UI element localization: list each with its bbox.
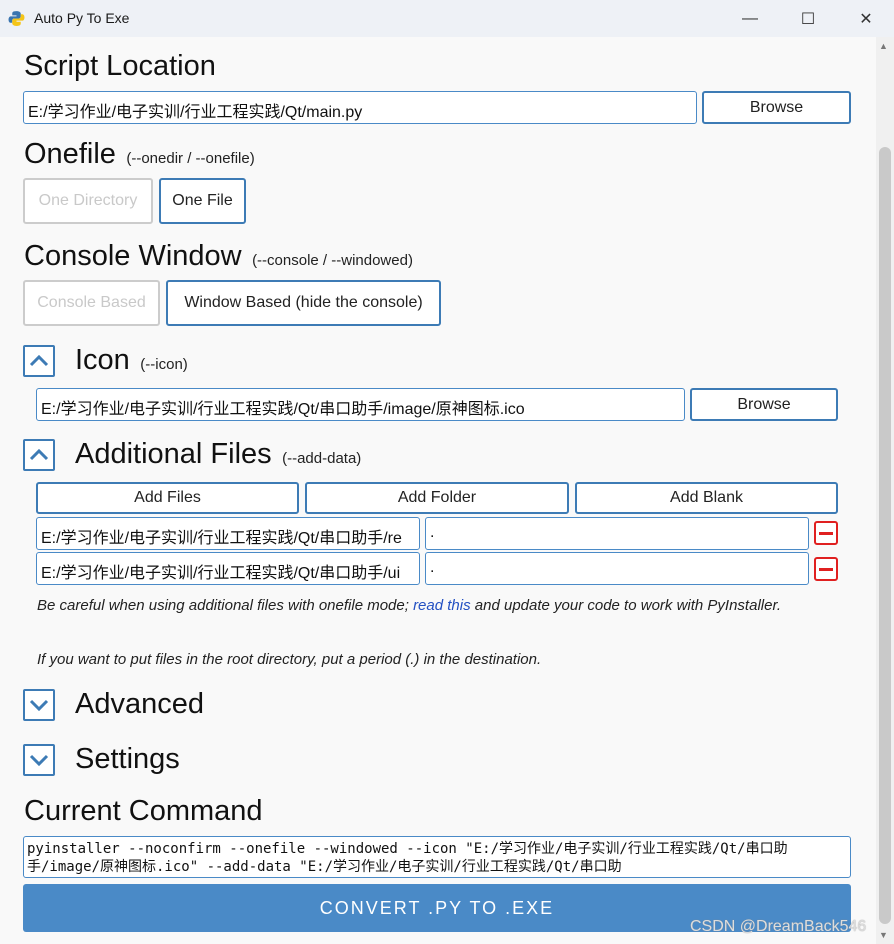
python-logo-icon (8, 11, 25, 26)
note-text-a: Be careful when using additional files w… (37, 597, 414, 614)
current-command-textarea[interactable]: pyinstaller --noconfirm --onefile --wind… (23, 836, 851, 878)
icon-path-input[interactable]: E:/学习作业/电子实训/行业工程实践/Qt/串口助手/image/原神图标.i… (36, 388, 685, 421)
maximize-button[interactable]: ☐ (780, 0, 836, 37)
scroll-up-icon[interactable]: ▲ (879, 41, 888, 51)
settings-toggle[interactable] (23, 744, 55, 776)
onefile-hint: (--onedir / --onefile) (126, 150, 255, 167)
icon-heading-group: Icon (--icon) (75, 344, 188, 377)
add-folder-button[interactable]: Add Folder (305, 482, 569, 514)
window-title: Auto Py To Exe (34, 10, 130, 26)
maximize-icon: ☐ (800, 10, 816, 28)
data-dest-input-1[interactable]: . (425, 517, 809, 550)
icon-hint: (--icon) (140, 356, 188, 373)
data-dest-input-2[interactable]: . (425, 552, 809, 585)
add-blank-button[interactable]: Add Blank (575, 482, 838, 514)
onefile-heading-group: Onefile (--onedir / --onefile) (24, 138, 255, 171)
onefile-warning-note: Be careful when using additional files w… (37, 595, 847, 617)
remove-row-2-icon[interactable] (814, 557, 838, 581)
icon-browse-button[interactable]: Browse (690, 388, 838, 421)
icon-section-toggle[interactable] (23, 345, 55, 377)
additional-files-heading: Additional Files (75, 438, 272, 470)
console-heading-group: Console Window (--console / --windowed) (24, 240, 413, 273)
additional-files-toggle[interactable] (23, 439, 55, 471)
read-this-link[interactable]: read this (413, 597, 471, 614)
window-based-button[interactable]: Window Based (hide the console) (166, 280, 441, 326)
root-directory-note: If you want to put files in the root dir… (37, 651, 542, 668)
chevron-down-icon (29, 699, 49, 711)
one-file-button[interactable]: One File (159, 178, 246, 224)
console-based-button[interactable]: Console Based (23, 280, 160, 326)
data-source-input-1[interactable]: E:/学习作业/电子实训/行业工程实践/Qt/串口助手/re (36, 517, 420, 550)
advanced-heading[interactable]: Advanced (75, 688, 204, 721)
note-text-b: and update your code to work with PyInst… (470, 597, 782, 614)
chevron-up-icon (29, 355, 49, 367)
minimize-icon: — (742, 9, 758, 27)
onefile-heading: Onefile (24, 138, 116, 170)
one-directory-button[interactable]: One Directory (23, 178, 153, 224)
script-browse-button[interactable]: Browse (702, 91, 851, 124)
watermark: CSDN @DreamBack546 (690, 918, 867, 935)
command-text: pyinstaller --noconfirm --onefile --wind… (27, 841, 788, 875)
remove-row-1-icon[interactable] (814, 521, 838, 545)
chevron-down-icon (29, 754, 49, 766)
additional-files-hint: (--add-data) (282, 450, 362, 467)
settings-heading[interactable]: Settings (75, 743, 180, 776)
minimize-button[interactable]: — (722, 0, 778, 37)
script-location-heading: Script Location (24, 50, 216, 82)
close-icon: ✕ (859, 10, 873, 28)
current-command-heading: Current Command (24, 795, 263, 827)
script-location-input[interactable]: E:/学习作业/电子实训/行业工程实践/Qt/main.py (23, 91, 697, 124)
add-files-button[interactable]: Add Files (36, 482, 299, 514)
scroll-down-icon[interactable]: ▼ (879, 930, 888, 940)
data-source-input-2[interactable]: E:/学习作业/电子实训/行业工程实践/Qt/串口助手/ui (36, 552, 420, 585)
chevron-up-icon (29, 449, 49, 461)
advanced-toggle[interactable] (23, 689, 55, 721)
close-button[interactable]: ✕ (838, 0, 894, 37)
console-hint: (--console / --windowed) (252, 252, 413, 269)
title-bar: Auto Py To Exe — ☐ ✕ (0, 0, 894, 37)
scroll-thumb[interactable] (879, 147, 891, 924)
additional-files-heading-group: Additional Files (--add-data) (75, 438, 361, 471)
icon-heading: Icon (75, 344, 130, 376)
console-heading: Console Window (24, 240, 242, 272)
scrollbar[interactable]: ▲ ▼ (876, 37, 894, 944)
